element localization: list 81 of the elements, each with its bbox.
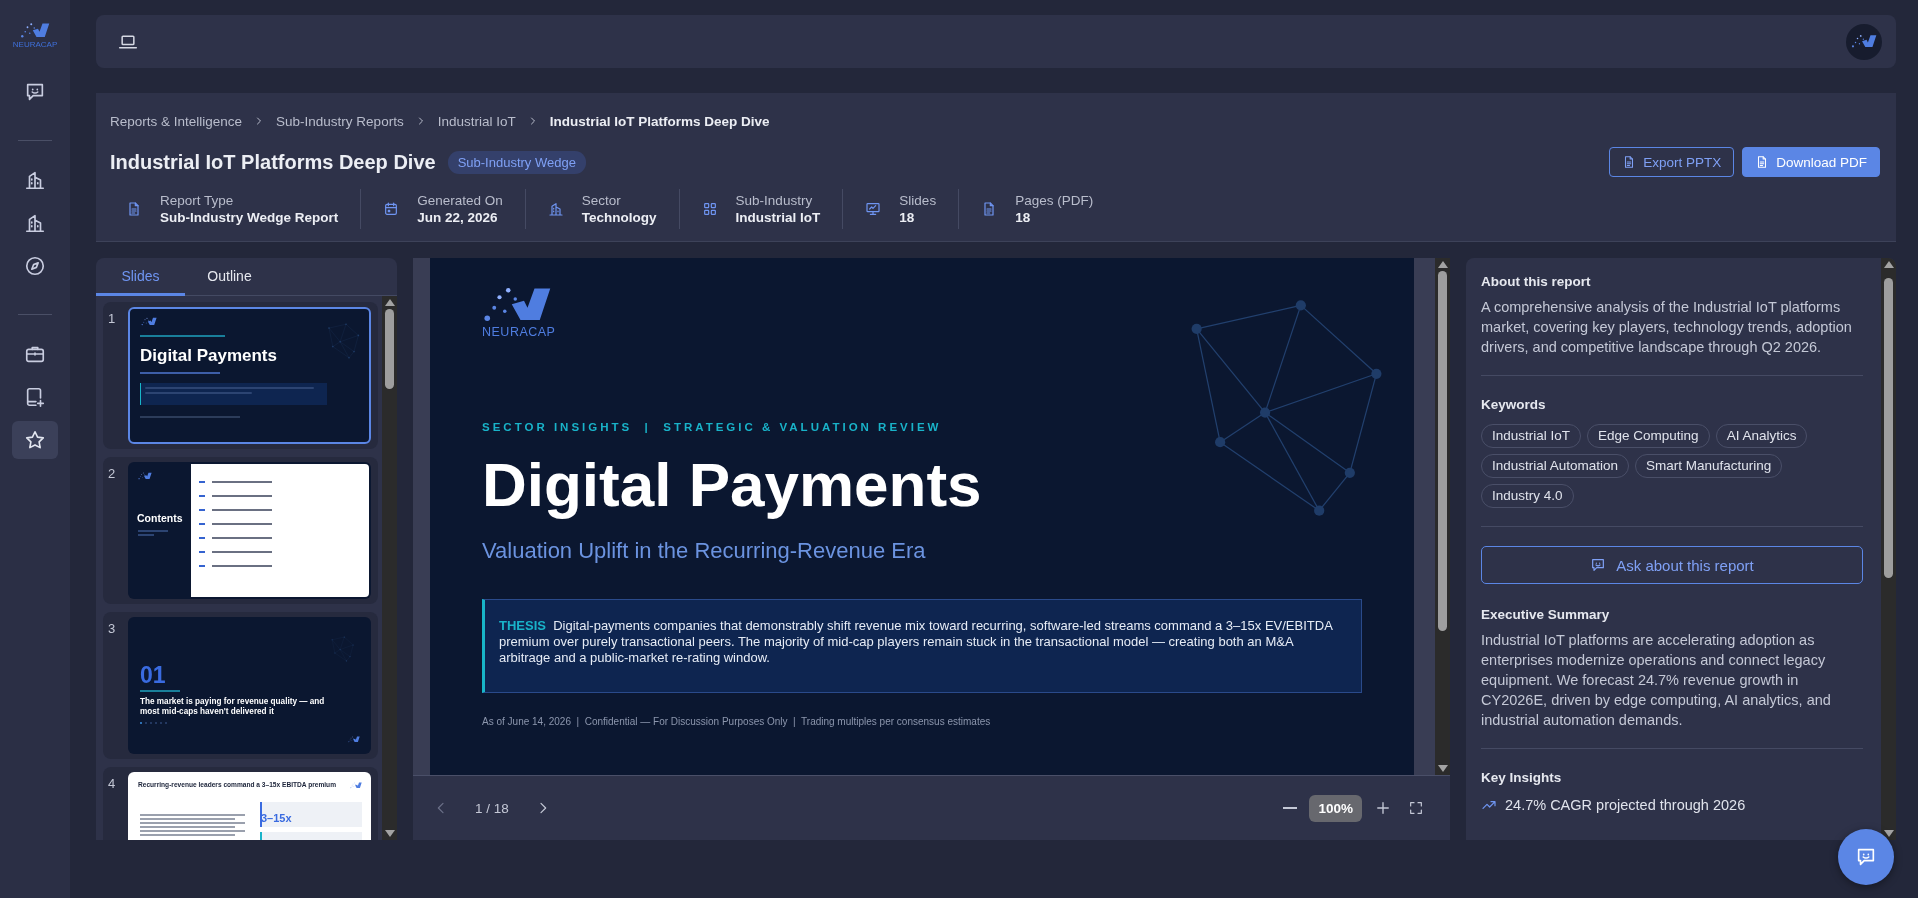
logo-icon [1851,34,1877,49]
section-heading: About this report [1481,273,1592,291]
network-drawing [330,634,355,664]
building-icon [547,201,564,217]
tab[interactable]: Outline [185,258,274,296]
section-heading: Executive Summary [1481,606,1611,624]
chat-icon [1590,557,1607,573]
slide-title: The market is paying for revenue quality — and most mid-caps haven't delivered it [140,697,325,717]
export-button[interactable]: Export PPTX [1609,147,1735,177]
document-icon [126,201,142,217]
scrollbar[interactable] [1435,258,1450,775]
chat-icon [24,81,46,103]
slide-thumbnail[interactable]: 01 The market is paying for revenue quality — and most mid-caps haven't delivered it [128,617,371,754]
ask-button[interactable]: Ask about this report [1481,546,1863,584]
report-title: Industrial IoT Platforms Deep Dive [110,150,436,174]
summary-text: Industrial IoT platforms are accelerating adoption as enterprises modernize operations and connect legacy equipment. We forecast 24.7% revenue growth in CY2026E, driven by edge computing, AI analytics, and industrial automation demands. [1481,631,1832,730]
report-description: A comprehensive analysis of the Industrial IoT platforms market, covering key players, technology trends, adoption drivers, and competitive landscape through Q2 2026. [1481,298,1853,357]
logo-icon [138,472,152,480]
download-button[interactable]: Download PDF [1742,147,1880,177]
meta-value: 18 [1015,209,1032,226]
meta-value: Sub-Industry Wedge Report [160,209,339,226]
nav-button[interactable] [12,421,58,459]
breadcrumb-link[interactable]: Reports & Intelligence [110,113,243,129]
scrollbar[interactable] [382,296,397,840]
page-indicator: 1 / 18 [475,800,509,816]
meta-label: Slides [899,192,937,209]
tablet-plus-icon [24,386,46,408]
slide-title: Digital Payments [482,448,982,521]
star-icon [24,429,46,451]
meta-label: Generated On [417,192,503,209]
breadcrumb-link[interactable]: Industrial IoT [437,113,516,129]
kpi-figure: 3–15x [261,812,292,824]
slide-title: Contents [137,512,183,524]
compass-icon [24,255,46,277]
zoom-in-icon [1374,799,1392,817]
network-drawing [326,321,361,361]
calendar-icon [383,201,400,217]
category-badge: Sub-Industry Wedge [447,150,586,174]
avatar[interactable] [1846,23,1882,60]
presentation-icon [865,201,882,217]
slide-title: Digital Payments [140,346,277,366]
chat-button[interactable] [1838,829,1894,885]
grid-icon [701,201,718,217]
fullscreen-icon [1408,800,1424,816]
slide-number: 2 [108,465,117,483]
meta-value: Technology [581,209,657,226]
logo-icon [350,782,362,789]
slide-eyebrow: SECTOR INSIGHTS | STRATEGIC & VALUATION REVIEW [482,420,942,433]
breadcrumb-current: Industrial IoT Platforms Deep Dive [549,113,770,129]
meta-value: 18 [899,209,916,226]
slide-number: 3 [108,620,117,638]
logo-icon [20,22,50,39]
slide-footer: As of June 14, 2026 | Confidential — For Discussion Purposes Only | Trading multiples per consensus estimates [482,715,991,727]
meta-value: Industrial IoT [735,209,821,226]
brand-name: NEURACAP [482,324,556,339]
slide-thumbnail[interactable]: Digital Payments [128,307,371,444]
meta-label: Sub-Industry [735,192,814,209]
zoom-level: 100% [1309,794,1362,822]
brand-name: NEURACAP [12,39,58,49]
section-heading: Key Insights [1481,769,1563,787]
breadcrumb-link[interactable]: Sub-Industry Reports [276,113,404,129]
chat-icon [1855,846,1877,868]
meta-label: Pages (PDF) [1015,192,1094,209]
slide-thumbnail[interactable]: Contents [128,462,371,599]
insight-text: 24.7% CAGR projected through 2026 [1505,797,1746,813]
building-icon [24,212,46,234]
scrollbar[interactable] [1881,258,1896,840]
thesis-text: THESIS Digital-payments companies that demonstrably shift revenue mix toward recurring, software-led streams command a 3–15x EV/EBITDA premium over purely transactional peers. The majority of mid-cap players remain stuck in the transactional model — creating both an M&A arbitrage and a public-market re-rating window. [499,617,1334,666]
meta-label: Report Type [160,192,235,209]
meta-label: Sector [581,192,622,209]
section-number: 01 [140,662,166,689]
tab[interactable]: Slides [96,258,185,296]
slide-number: 4 [108,775,117,793]
logo-icon [348,736,360,743]
slide-number: 1 [108,310,117,328]
logo-icon [482,285,552,324]
slide-subtitle: Valuation Uplift in the Recurring-Revenue Era [482,536,926,565]
section-heading: Keywords [1481,396,1547,414]
logo-icon [141,317,157,326]
meta-value: Jun 22, 2026 [417,209,499,226]
building-icon [24,169,46,191]
